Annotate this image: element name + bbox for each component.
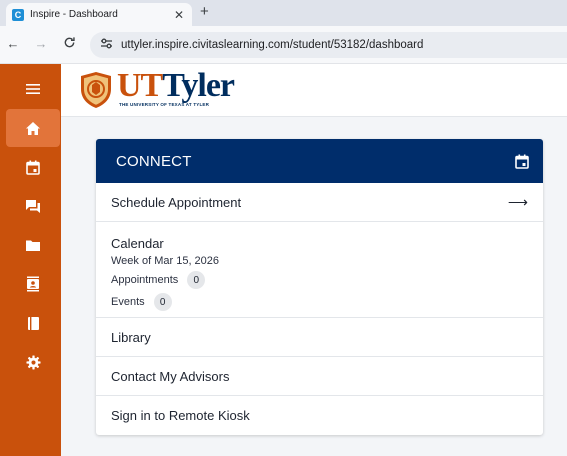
logo-wordmark[interactable]: UTTyler [117,67,235,104]
reload-button[interactable] [61,36,77,52]
sidebar-item-files[interactable] [6,226,60,264]
tune-icon [101,38,112,49]
sidebar-item-settings[interactable] [6,343,60,381]
sidebar-item-messages[interactable] [6,187,60,225]
browser-tab-bar: C Inspire - Dashboard ✕ + [0,0,567,26]
events-line: Events 0 [111,293,172,311]
connect-card: CONNECT Schedule Appointment ⟶ Calendar … [96,139,543,435]
calendar-title: Calendar [111,236,164,251]
appointments-count-badge: 0 [187,271,206,289]
calendar-week: Week of Mar 15, 2026 [111,255,220,267]
logo-tyler: Tyler [162,67,235,104]
sidebar-item-menu[interactable] [6,70,60,108]
folder-icon [26,240,40,251]
favicon-icon: C [12,8,24,21]
app-header: UTTyler THE UNIVERSITY OF TEXAS AT TYLER [61,64,567,117]
home-icon [26,121,40,135]
settings-icon [25,354,41,370]
library-link[interactable]: Library [96,318,543,357]
connect-title: CONNECT [116,152,192,170]
site-info-icon[interactable] [100,38,113,52]
contact-advisors-link[interactable]: Contact My Advisors [96,357,543,396]
forward-button[interactable]: → [33,36,49,51]
library-label: Library [111,329,151,345]
appointments-label: Appointments [111,274,179,286]
menu-icon [26,84,40,94]
back-button[interactable]: ← [5,36,21,51]
address-bar: ← → uttyler.inspire.civitaslearning.com/… [0,26,567,64]
events-label: Events [111,296,145,308]
url-text: uttyler.inspire.civitaslearning.com/stud… [121,39,424,51]
sidebar [0,64,61,456]
browser-tab[interactable]: C Inspire - Dashboard ✕ [6,3,192,26]
appointments-line: Appointments 0 [111,271,206,289]
sidebar-item-contacts[interactable] [6,265,60,303]
contacts-icon [27,276,39,292]
sidebar-item-resources[interactable] [6,304,60,342]
logo-ut: UT [117,67,163,104]
close-icon[interactable]: ✕ [172,8,186,22]
chat-icon [26,199,40,213]
calendar-section[interactable]: Calendar Week of Mar 15, 2026 Appointmen… [96,222,543,318]
book-icon [27,316,39,330]
sidebar-item-home[interactable] [6,109,60,147]
events-count-badge: 0 [153,293,172,311]
schedule-appointment-label: Schedule Appointment [111,194,242,210]
calendar-icon [26,160,40,175]
calendar-icon[interactable] [515,154,529,169]
contact-advisors-label: Contact My Advisors [111,368,230,384]
shield-logo-icon [81,72,111,108]
sidebar-item-calendar[interactable] [6,148,60,186]
logo-subtitle: THE UNIVERSITY OF TEXAS AT TYLER [119,102,210,107]
connect-card-header: CONNECT [96,139,543,183]
remote-kiosk-label: Sign in to Remote Kiosk [111,408,250,423]
remote-kiosk-link[interactable]: Sign in to Remote Kiosk [96,396,543,435]
reload-icon [64,37,75,48]
url-input[interactable]: uttyler.inspire.civitaslearning.com/stud… [90,32,567,58]
tab-title: Inspire - Dashboard [30,9,118,20]
arrow-right-icon: ⟶ [507,193,528,210]
schedule-appointment-link[interactable]: Schedule Appointment ⟶ [96,183,543,222]
new-tab-button[interactable]: + [200,3,209,20]
